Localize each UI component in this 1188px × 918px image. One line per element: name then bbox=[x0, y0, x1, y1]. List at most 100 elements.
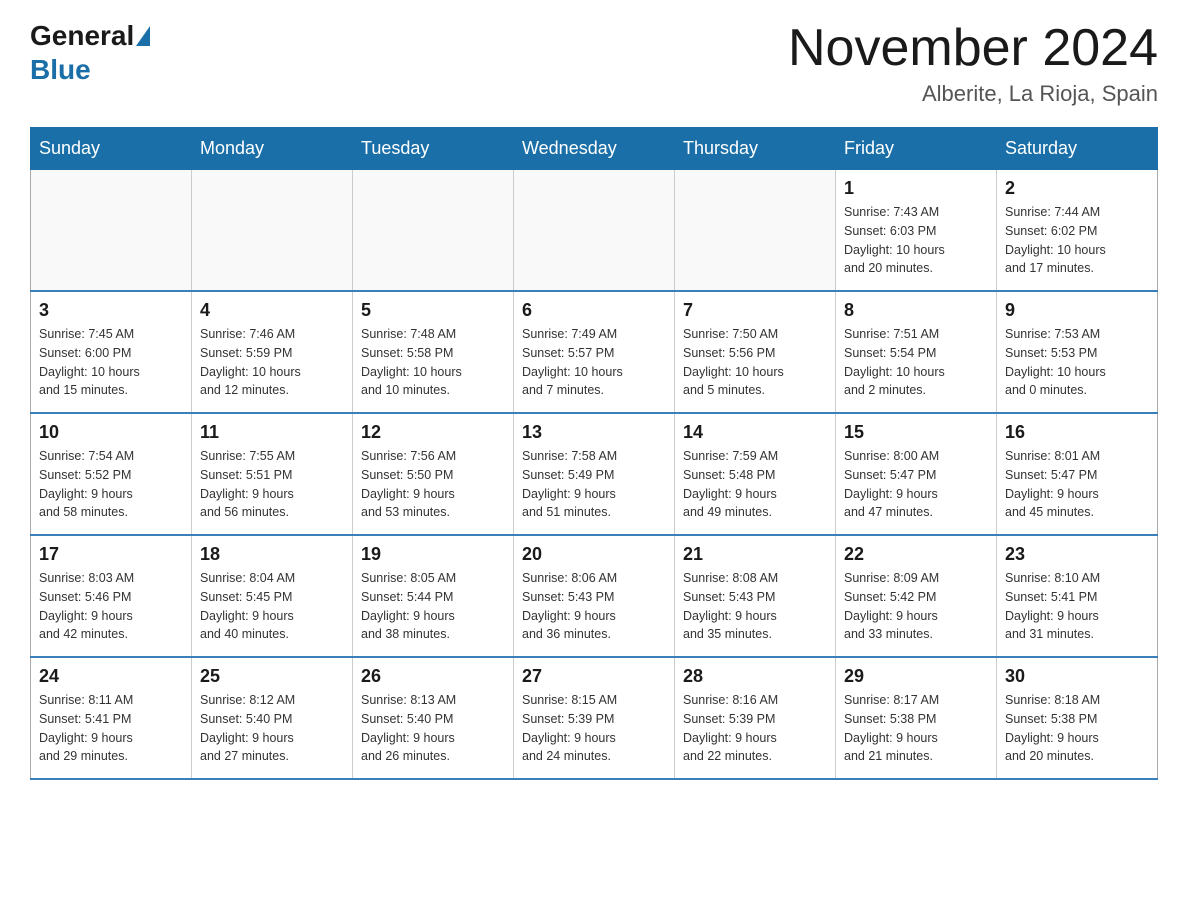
day-info: Sunrise: 7:58 AM Sunset: 5:49 PM Dayligh… bbox=[522, 447, 666, 522]
day-number: 30 bbox=[1005, 666, 1149, 687]
calendar-cell bbox=[514, 170, 675, 292]
day-info: Sunrise: 8:10 AM Sunset: 5:41 PM Dayligh… bbox=[1005, 569, 1149, 644]
calendar-cell: 22 Sunrise: 8:09 AM Sunset: 5:42 PM Dayli… bbox=[836, 535, 997, 657]
calendar-cell: 10 Sunrise: 7:54 AM Sunset: 5:52 PM Dayli… bbox=[31, 413, 192, 535]
calendar-cell: 11 Sunrise: 7:55 AM Sunset: 5:51 PM Dayli… bbox=[192, 413, 353, 535]
calendar-cell: 6 Sunrise: 7:49 AM Sunset: 5:57 PM Daylig… bbox=[514, 291, 675, 413]
calendar-cell: 23 Sunrise: 8:10 AM Sunset: 5:41 PM Dayli… bbox=[997, 535, 1158, 657]
day-info: Sunrise: 8:08 AM Sunset: 5:43 PM Dayligh… bbox=[683, 569, 827, 644]
day-number: 9 bbox=[1005, 300, 1149, 321]
day-info: Sunrise: 7:55 AM Sunset: 5:51 PM Dayligh… bbox=[200, 447, 344, 522]
day-info: Sunrise: 7:45 AM Sunset: 6:00 PM Dayligh… bbox=[39, 325, 183, 400]
day-number: 3 bbox=[39, 300, 183, 321]
day-number: 24 bbox=[39, 666, 183, 687]
calendar-cell: 21 Sunrise: 8:08 AM Sunset: 5:43 PM Dayli… bbox=[675, 535, 836, 657]
calendar-cell: 1Sunrise: 7:43 AM Sunset: 6:03 PM Daylig… bbox=[836, 170, 997, 292]
day-info: Sunrise: 8:00 AM Sunset: 5:47 PM Dayligh… bbox=[844, 447, 988, 522]
day-info: Sunrise: 7:46 AM Sunset: 5:59 PM Dayligh… bbox=[200, 325, 344, 400]
calendar-cell: 5Sunrise: 7:48 AM Sunset: 5:58 PM Daylig… bbox=[353, 291, 514, 413]
day-number: 6 bbox=[522, 300, 666, 321]
calendar-cell: 2 Sunrise: 7:44 AM Sunset: 6:02 PM Daylig… bbox=[997, 170, 1158, 292]
weekday-header-wednesday: Wednesday bbox=[514, 128, 675, 170]
day-number: 26 bbox=[361, 666, 505, 687]
day-info: Sunrise: 8:09 AM Sunset: 5:42 PM Dayligh… bbox=[844, 569, 988, 644]
day-info: Sunrise: 7:43 AM Sunset: 6:03 PM Dayligh… bbox=[844, 203, 988, 278]
day-number: 7 bbox=[683, 300, 827, 321]
calendar-cell: 14 Sunrise: 7:59 AM Sunset: 5:48 PM Dayli… bbox=[675, 413, 836, 535]
calendar-cell: 16 Sunrise: 8:01 AM Sunset: 5:47 PM Dayli… bbox=[997, 413, 1158, 535]
day-info: Sunrise: 8:03 AM Sunset: 5:46 PM Dayligh… bbox=[39, 569, 183, 644]
day-info: Sunrise: 8:05 AM Sunset: 5:44 PM Dayligh… bbox=[361, 569, 505, 644]
day-number: 25 bbox=[200, 666, 344, 687]
calendar-cell: 13 Sunrise: 7:58 AM Sunset: 5:49 PM Dayli… bbox=[514, 413, 675, 535]
title-section: November 2024 Alberite, La Rioja, Spain bbox=[788, 20, 1158, 107]
day-number: 22 bbox=[844, 544, 988, 565]
logo-blue-text: Blue bbox=[30, 54, 91, 85]
day-number: 5 bbox=[361, 300, 505, 321]
logo-triangle-icon bbox=[136, 26, 150, 46]
location-text: Alberite, La Rioja, Spain bbox=[788, 81, 1158, 107]
weekday-header-saturday: Saturday bbox=[997, 128, 1158, 170]
day-number: 14 bbox=[683, 422, 827, 443]
calendar-week-row: 3 Sunrise: 7:45 AM Sunset: 6:00 PM Daylig… bbox=[31, 291, 1158, 413]
calendar-cell: 18Sunrise: 8:04 AM Sunset: 5:45 PM Dayli… bbox=[192, 535, 353, 657]
calendar-cell: 25Sunrise: 8:12 AM Sunset: 5:40 PM Dayli… bbox=[192, 657, 353, 779]
day-number: 18 bbox=[200, 544, 344, 565]
calendar-cell: 27 Sunrise: 8:15 AM Sunset: 5:39 PM Dayli… bbox=[514, 657, 675, 779]
weekday-header-tuesday: Tuesday bbox=[353, 128, 514, 170]
day-number: 21 bbox=[683, 544, 827, 565]
day-number: 27 bbox=[522, 666, 666, 687]
day-number: 4 bbox=[200, 300, 344, 321]
day-info: Sunrise: 7:44 AM Sunset: 6:02 PM Dayligh… bbox=[1005, 203, 1149, 278]
day-info: Sunrise: 8:15 AM Sunset: 5:39 PM Dayligh… bbox=[522, 691, 666, 766]
day-number: 20 bbox=[522, 544, 666, 565]
day-number: 23 bbox=[1005, 544, 1149, 565]
day-info: Sunrise: 7:56 AM Sunset: 5:50 PM Dayligh… bbox=[361, 447, 505, 522]
day-info: Sunrise: 8:13 AM Sunset: 5:40 PM Dayligh… bbox=[361, 691, 505, 766]
day-number: 10 bbox=[39, 422, 183, 443]
calendar-cell: 12Sunrise: 7:56 AM Sunset: 5:50 PM Dayli… bbox=[353, 413, 514, 535]
day-info: Sunrise: 7:54 AM Sunset: 5:52 PM Dayligh… bbox=[39, 447, 183, 522]
day-info: Sunrise: 8:01 AM Sunset: 5:47 PM Dayligh… bbox=[1005, 447, 1149, 522]
page-header: General Blue November 2024 Alberite, La … bbox=[30, 20, 1158, 107]
calendar-cell: 26 Sunrise: 8:13 AM Sunset: 5:40 PM Dayli… bbox=[353, 657, 514, 779]
calendar-cell: 17 Sunrise: 8:03 AM Sunset: 5:46 PM Dayli… bbox=[31, 535, 192, 657]
calendar-cell bbox=[675, 170, 836, 292]
calendar-cell: 8 Sunrise: 7:51 AM Sunset: 5:54 PM Daylig… bbox=[836, 291, 997, 413]
calendar-cell bbox=[192, 170, 353, 292]
day-info: Sunrise: 8:06 AM Sunset: 5:43 PM Dayligh… bbox=[522, 569, 666, 644]
logo: General Blue bbox=[30, 20, 152, 86]
weekday-header-monday: Monday bbox=[192, 128, 353, 170]
calendar-table: SundayMondayTuesdayWednesdayThursdayFrid… bbox=[30, 127, 1158, 780]
day-info: Sunrise: 7:49 AM Sunset: 5:57 PM Dayligh… bbox=[522, 325, 666, 400]
calendar-cell: 19 Sunrise: 8:05 AM Sunset: 5:44 PM Dayli… bbox=[353, 535, 514, 657]
day-info: Sunrise: 7:59 AM Sunset: 5:48 PM Dayligh… bbox=[683, 447, 827, 522]
day-info: Sunrise: 7:51 AM Sunset: 5:54 PM Dayligh… bbox=[844, 325, 988, 400]
calendar-cell bbox=[31, 170, 192, 292]
day-number: 19 bbox=[361, 544, 505, 565]
calendar-cell: 30Sunrise: 8:18 AM Sunset: 5:38 PM Dayli… bbox=[997, 657, 1158, 779]
day-number: 13 bbox=[522, 422, 666, 443]
month-title: November 2024 bbox=[788, 20, 1158, 77]
calendar-week-row: 10 Sunrise: 7:54 AM Sunset: 5:52 PM Dayli… bbox=[31, 413, 1158, 535]
day-number: 15 bbox=[844, 422, 988, 443]
calendar-cell: 20 Sunrise: 8:06 AM Sunset: 5:43 PM Dayli… bbox=[514, 535, 675, 657]
weekday-header-thursday: Thursday bbox=[675, 128, 836, 170]
day-number: 2 bbox=[1005, 178, 1149, 199]
day-number: 17 bbox=[39, 544, 183, 565]
calendar-cell: 7Sunrise: 7:50 AM Sunset: 5:56 PM Daylig… bbox=[675, 291, 836, 413]
calendar-week-row: 17 Sunrise: 8:03 AM Sunset: 5:46 PM Dayli… bbox=[31, 535, 1158, 657]
calendar-cell: 4 Sunrise: 7:46 AM Sunset: 5:59 PM Daylig… bbox=[192, 291, 353, 413]
calendar-cell: 9 Sunrise: 7:53 AM Sunset: 5:53 PM Daylig… bbox=[997, 291, 1158, 413]
calendar-cell: 28Sunrise: 8:16 AM Sunset: 5:39 PM Dayli… bbox=[675, 657, 836, 779]
day-number: 11 bbox=[200, 422, 344, 443]
day-info: Sunrise: 8:11 AM Sunset: 5:41 PM Dayligh… bbox=[39, 691, 183, 766]
day-info: Sunrise: 8:16 AM Sunset: 5:39 PM Dayligh… bbox=[683, 691, 827, 766]
calendar-cell: 24 Sunrise: 8:11 AM Sunset: 5:41 PM Dayli… bbox=[31, 657, 192, 779]
logo-general-text: General bbox=[30, 20, 134, 52]
day-info: Sunrise: 7:53 AM Sunset: 5:53 PM Dayligh… bbox=[1005, 325, 1149, 400]
day-number: 8 bbox=[844, 300, 988, 321]
day-number: 16 bbox=[1005, 422, 1149, 443]
day-info: Sunrise: 8:17 AM Sunset: 5:38 PM Dayligh… bbox=[844, 691, 988, 766]
calendar-cell: 3 Sunrise: 7:45 AM Sunset: 6:00 PM Daylig… bbox=[31, 291, 192, 413]
